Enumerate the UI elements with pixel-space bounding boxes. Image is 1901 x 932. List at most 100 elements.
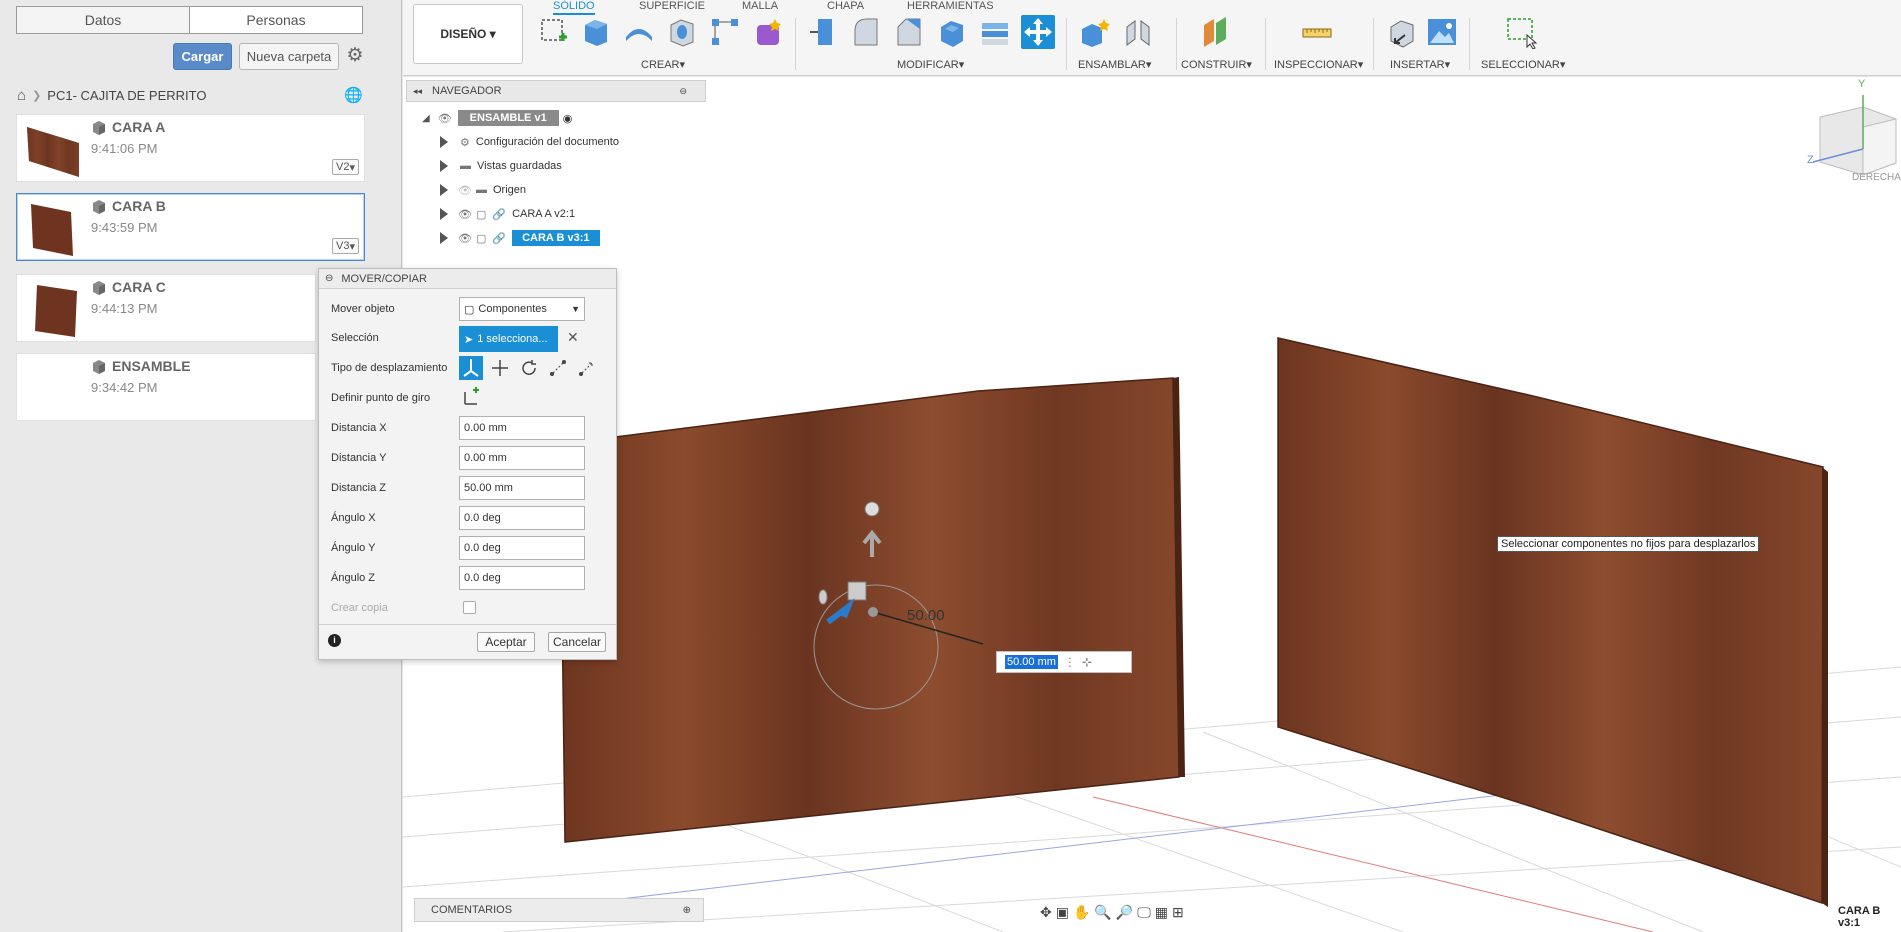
group-crear[interactable]: CREAR▾ bbox=[641, 58, 685, 71]
minimize-icon[interactable]: ⊖ bbox=[325, 273, 333, 284]
fillet-icon[interactable] bbox=[849, 15, 883, 49]
workspace-switcher[interactable]: DISEÑO ▾ bbox=[413, 4, 523, 64]
tab-herramientas[interactable]: HERRAMIENTAS bbox=[907, 0, 994, 12]
triangle-down-icon[interactable]: ◢ bbox=[422, 113, 430, 124]
home-icon[interactable]: ⌂ bbox=[17, 87, 26, 104]
nav-root-assembly[interactable]: ◢ 👁 ENSAMBLE v1 ◉ bbox=[422, 108, 572, 128]
group-insertar[interactable]: INSERTAR▾ bbox=[1390, 58, 1450, 71]
globe-icon[interactable]: 🌐 bbox=[344, 86, 363, 104]
eye-hidden-icon[interactable]: 👁 bbox=[458, 184, 472, 197]
group-ensamblar[interactable]: ENSAMBLAR▾ bbox=[1078, 58, 1151, 71]
file-card-cara-a[interactable]: CARA A 9:41:06 PM V2 ▾ bbox=[16, 114, 365, 182]
breadcrumb-project[interactable]: PC1- CAJITA DE PERRITO bbox=[47, 88, 206, 103]
expand-icon[interactable] bbox=[440, 208, 448, 220]
tab-chapa[interactable]: CHAPA bbox=[827, 0, 864, 12]
upload-button[interactable]: Cargar bbox=[173, 43, 232, 70]
file-card-cara-b[interactable]: CARA B 9:43:59 PM V3 ▾ bbox=[16, 193, 365, 261]
viewcube-face-label[interactable]: DERECHA bbox=[1852, 172, 1901, 183]
hole-icon[interactable] bbox=[665, 15, 699, 49]
rotate-icon[interactable] bbox=[517, 356, 541, 380]
nav-item-cara-a[interactable]: 👁 ▢ 🔗 CARA A v2:1 bbox=[440, 204, 575, 224]
extrude-icon[interactable] bbox=[579, 15, 613, 49]
nav-item-saved-views[interactable]: ▬ Vistas guardadas bbox=[440, 156, 562, 176]
press-pull-icon[interactable] bbox=[806, 15, 840, 49]
measure-icon[interactable] bbox=[1300, 15, 1334, 49]
version-badge[interactable]: V3 ▾ bbox=[332, 238, 359, 254]
insert-derive-icon[interactable] bbox=[1385, 15, 1419, 49]
angle-y-input[interactable]: 0.0 deg bbox=[459, 536, 585, 560]
zoom-icon[interactable]: 🔍 bbox=[1094, 904, 1111, 921]
minimize-icon[interactable]: ⊖ bbox=[679, 86, 687, 97]
dist-x-input[interactable]: 0.00 mm bbox=[459, 416, 585, 440]
file-card-cara-c[interactable]: CARA C 9:44:13 PM bbox=[16, 274, 316, 342]
eye-icon[interactable]: 👁 bbox=[458, 232, 472, 245]
new-sketch-icon[interactable] bbox=[537, 15, 571, 49]
dist-y-input[interactable]: 0.00 mm bbox=[459, 446, 585, 470]
nav-item-cara-b[interactable]: 👁 ▢ 🔗 CARA B v3:1 bbox=[440, 228, 600, 248]
dist-z-input[interactable]: 50.00 mm bbox=[459, 476, 585, 500]
joint-icon[interactable] bbox=[1121, 15, 1155, 49]
dialog-header[interactable]: ⊖ MOVER/COPIAR bbox=[319, 269, 616, 289]
nav-item-document-settings[interactable]: ⚙ Configuración del documento bbox=[440, 132, 619, 152]
move-object-select[interactable]: ▢ Componentes ▼ bbox=[459, 297, 585, 321]
nav-item-origin[interactable]: 👁 ▬ Origen bbox=[440, 180, 526, 200]
tab-personas[interactable]: Personas bbox=[190, 7, 362, 33]
group-inspeccionar[interactable]: INSPECCIONAR▾ bbox=[1274, 58, 1363, 71]
create-form-icon[interactable] bbox=[751, 15, 785, 49]
pattern-icon[interactable] bbox=[708, 15, 742, 49]
comments-panel[interactable]: COMENTARIOS ⊕ bbox=[414, 898, 704, 922]
new-component-icon[interactable] bbox=[1078, 15, 1112, 49]
pan-icon[interactable]: ✋ bbox=[1073, 904, 1090, 921]
revolve-icon[interactable] bbox=[622, 15, 656, 49]
offset-plane-icon[interactable] bbox=[1198, 15, 1232, 49]
expand-icon[interactable] bbox=[440, 184, 448, 196]
move-copy-icon[interactable] bbox=[1021, 15, 1055, 49]
dimension-value[interactable]: 50.00 mm bbox=[1005, 655, 1058, 669]
cancel-button[interactable]: Cancelar bbox=[548, 632, 606, 652]
display-settings-icon[interactable]: 🖵 bbox=[1137, 904, 1151, 921]
angle-x-input[interactable]: 0.0 deg bbox=[459, 506, 585, 530]
group-seleccionar[interactable]: SELECCIONAR▾ bbox=[1481, 58, 1565, 71]
eye-icon[interactable]: 👁 bbox=[438, 112, 452, 125]
dimension-input[interactable]: 50.00 mm ⋮ ⊹ bbox=[996, 651, 1132, 673]
free-move-icon[interactable] bbox=[459, 356, 483, 380]
point-to-point-icon[interactable] bbox=[546, 356, 570, 380]
orbit-icon[interactable]: ✥ bbox=[1040, 904, 1052, 921]
version-badge[interactable]: V2 ▾ bbox=[332, 159, 359, 175]
tab-datos[interactable]: Datos bbox=[17, 7, 190, 33]
gear-icon[interactable]: ⚙ bbox=[345, 46, 365, 66]
eye-icon[interactable]: 👁 bbox=[458, 208, 472, 221]
info-icon[interactable]: i bbox=[328, 634, 341, 647]
group-construir[interactable]: CONSTRUIR▾ bbox=[1181, 58, 1252, 71]
group-modificar[interactable]: MODIFICAR▾ bbox=[897, 58, 964, 71]
combine-icon[interactable] bbox=[978, 15, 1012, 49]
zoom-window-icon[interactable]: 🔎 bbox=[1116, 904, 1133, 921]
file-card-ensamble[interactable]: ENSAMBLE 9:34:42 PM bbox=[16, 353, 316, 421]
clear-selection-icon[interactable]: ✕ bbox=[567, 329, 579, 346]
add-comment-icon[interactable]: ⊕ bbox=[683, 905, 691, 916]
tab-malla[interactable]: MALLA bbox=[742, 0, 778, 12]
pivot-icon[interactable]: ⊹ bbox=[1082, 655, 1092, 669]
pivot-icon[interactable] bbox=[459, 386, 483, 410]
expand-icon[interactable] bbox=[440, 160, 448, 172]
tab-solido[interactable]: SÓLIDO bbox=[553, 0, 595, 15]
insert-canvas-icon[interactable] bbox=[1425, 15, 1459, 49]
create-copy-checkbox[interactable] bbox=[463, 601, 476, 614]
expand-icon[interactable] bbox=[440, 232, 448, 244]
angle-z-input[interactable]: 0.0 deg bbox=[459, 566, 585, 590]
chamfer-icon[interactable] bbox=[892, 15, 926, 49]
translate-icon[interactable] bbox=[488, 356, 512, 380]
ok-button[interactable]: Aceptar bbox=[477, 632, 535, 652]
navigator-header[interactable]: ◂◂ NAVEGADOR ⊖ bbox=[406, 80, 706, 102]
new-folder-button[interactable]: Nueva carpeta bbox=[239, 43, 339, 70]
viewports-icon[interactable]: ⊞ bbox=[1172, 904, 1184, 921]
grid-icon[interactable]: ▦ bbox=[1155, 904, 1168, 921]
tab-superficie[interactable]: SUPERFICIE bbox=[639, 0, 705, 12]
selection-button[interactable]: ➤ 1 selecciona... bbox=[459, 326, 558, 352]
radio-icon[interactable]: ◉ bbox=[563, 112, 573, 125]
point-to-position-icon[interactable] bbox=[575, 356, 599, 380]
look-at-icon[interactable]: ▣ bbox=[1056, 904, 1069, 921]
collapse-icon[interactable]: ◂◂ bbox=[413, 86, 422, 97]
more-icon[interactable]: ⋮ bbox=[1064, 655, 1076, 669]
expand-icon[interactable] bbox=[440, 136, 448, 148]
